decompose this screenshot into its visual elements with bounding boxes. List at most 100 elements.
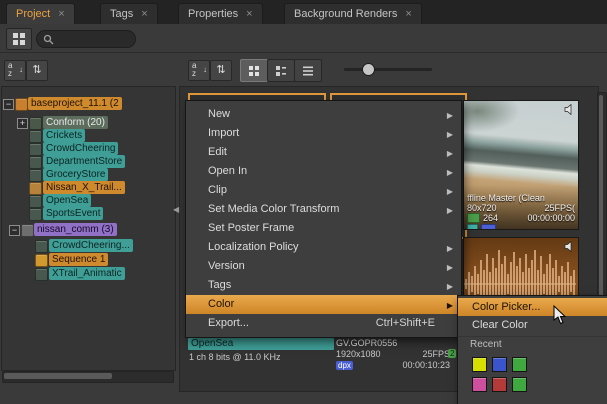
audio-clip-name[interactable]: OpenSea [188,338,334,350]
tab-background-renders[interactable]: Background Renders × [284,3,422,24]
layout-grid-button[interactable] [6,28,32,50]
tree-row[interactable]: SportsEvent [0,207,175,220]
color-swatch[interactable] [472,357,487,372]
menu-item-clip[interactable]: Clip ▶ [186,181,461,200]
tree-row[interactable]: GroceryStore [0,168,175,181]
menu-item-label: Clip [208,184,227,196]
close-icon[interactable]: × [141,9,147,20]
menu-item-export[interactable]: Export... Ctrl+Shift+E [186,314,461,333]
slider-thumb[interactable] [362,63,375,76]
menu-item-import[interactable]: Import ▶ [186,124,461,143]
menu-item-color[interactable]: Color ▶ [186,295,461,314]
scrollbar-thumb[interactable] [4,373,112,379]
tab-project[interactable]: Project × [6,3,75,24]
tree-row[interactable]: − nissan_comm (3) [0,223,175,236]
menu-item-label: Set Media Color Transform [208,203,339,215]
search-box[interactable] [36,30,136,48]
menu-item-label: Localization Policy [208,241,299,253]
color-swatch[interactable] [472,377,487,392]
close-icon[interactable]: × [405,9,411,20]
tab-bar: Project × Tags × Properties × Background… [0,0,607,25]
menu-item-open-in[interactable]: Open In ▶ [186,162,461,181]
clip-name-label: OpenSea [191,338,233,349]
sort-order-icon: ⇅ [216,64,225,76]
close-icon[interactable]: × [58,9,64,20]
color-swatch[interactable] [492,357,507,372]
tree-row[interactable]: + Conform (20) [0,116,175,129]
sort-alpha-button[interactable]: a z ↓ [4,60,26,81]
menu-item-label: Clear Color [472,319,528,331]
tree-item-label[interactable]: CrowdCheering... [49,239,133,252]
view-list-button[interactable] [294,59,322,82]
tab-label: Project [16,8,50,20]
collapse-panel-arrow[interactable]: ◀ [173,205,179,214]
expander-icon[interactable]: − [3,99,14,110]
menu-item-edit[interactable]: Edit ▶ [186,143,461,162]
submenu-arrow-icon: ▶ [447,201,453,220]
tab-label: Background Renders [294,8,397,20]
tree-item-label[interactable]: GroceryStore [43,168,108,181]
clip-icon [29,208,42,221]
sort-order-button[interactable]: ⇅ [26,60,48,81]
tree-row[interactable]: CrowdCheering [0,142,175,155]
expander-icon[interactable]: − [9,225,20,236]
sort-alpha-button[interactable]: a z ↓ [188,60,210,81]
tree-row[interactable]: DepartmentStore [0,155,175,168]
clip-resolution: 80x720 [467,203,497,213]
tree-item-label[interactable]: Nissan_X_Trail... [43,181,125,194]
view-thumbnails-button[interactable] [240,59,268,82]
menu-item-new[interactable]: New ▶ [186,105,461,124]
tree-item-label[interactable]: XTrail_Animatic [49,267,125,280]
menu-item-label: Export... [208,317,249,329]
tree-item-label[interactable]: CrowdCheering [43,142,118,155]
submenu-item-clear-color[interactable]: Clear Color [458,316,607,334]
submenu-arrow-icon: ▶ [447,277,453,296]
search-input[interactable] [58,33,129,46]
arrow-down-icon: ↓ [203,65,207,74]
menu-item-version[interactable]: Version ▶ [186,257,461,276]
tree-row[interactable]: − baseproject_11.1 (2 [0,97,175,110]
menu-item-set-poster-frame[interactable]: Set Poster Frame [186,219,461,238]
submenu-arrow-icon: ▶ [447,106,453,125]
sort-z-glyph: z [8,69,12,78]
submenu-item-color-picker[interactable]: Color Picker... [458,298,607,316]
tree-row[interactable]: Crickets [0,129,175,142]
thumbnail-size-slider[interactable] [344,68,432,71]
tree-item-label[interactable]: Conform (20) [43,116,108,129]
menu-item-localization-policy[interactable]: Localization Policy ▶ [186,238,461,257]
view-details-button[interactable] [267,59,295,82]
close-icon[interactable]: × [246,9,252,20]
tree-item-label[interactable]: DepartmentStore [43,155,125,168]
tab-tags[interactable]: Tags × [100,3,158,24]
menu-item-label: Tags [208,279,231,291]
tree-row[interactable]: OpenSea [0,194,175,207]
tree-row[interactable]: XTrail_Animatic [0,267,175,280]
tree-item-label[interactable]: baseproject_11.1 (2 [28,97,122,110]
tag-strip [464,224,578,229]
sort-order-button[interactable]: ⇅ [210,60,232,81]
color-swatch[interactable] [492,377,507,392]
menu-item-label: Set Poster Frame [208,222,294,234]
tab-properties[interactable]: Properties × [178,3,263,24]
video-clip-name: GV.GOPR0556 [336,338,397,348]
tree-item-label[interactable]: Sequence 1 [49,253,108,266]
search-icon [43,34,54,45]
tree-item-label[interactable]: SportsEvent [43,207,103,220]
clip-title: ffline Master (Clean [467,193,545,203]
expander-icon[interactable]: + [17,118,28,129]
detail-view-icon [275,65,287,77]
tree-row[interactable]: Sequence 1 [0,253,175,266]
tree-row[interactable]: CrowdCheering... [0,239,175,252]
horizontal-scrollbar[interactable] [2,371,174,383]
tree-item-label[interactable]: nissan_comm (3) [34,223,117,236]
video-clip-thumbnail[interactable]: ffline Master (Clean 80x720 25FPS( 264 0… [463,100,579,230]
menu-item-set-media-color-transform[interactable]: Set Media Color Transform ▶ [186,200,461,219]
menu-item-tags[interactable]: Tags ▶ [186,276,461,295]
tree-item-label[interactable]: OpenSea [43,194,91,207]
arrow-down-icon: ↓ [19,65,23,74]
color-swatch[interactable] [512,357,527,372]
tree-item-label[interactable]: Crickets [43,129,85,142]
recent-swatch-row [458,377,607,392]
color-swatch[interactable] [512,377,527,392]
tree-row[interactable]: Nissan_X_Trail... [0,181,175,194]
